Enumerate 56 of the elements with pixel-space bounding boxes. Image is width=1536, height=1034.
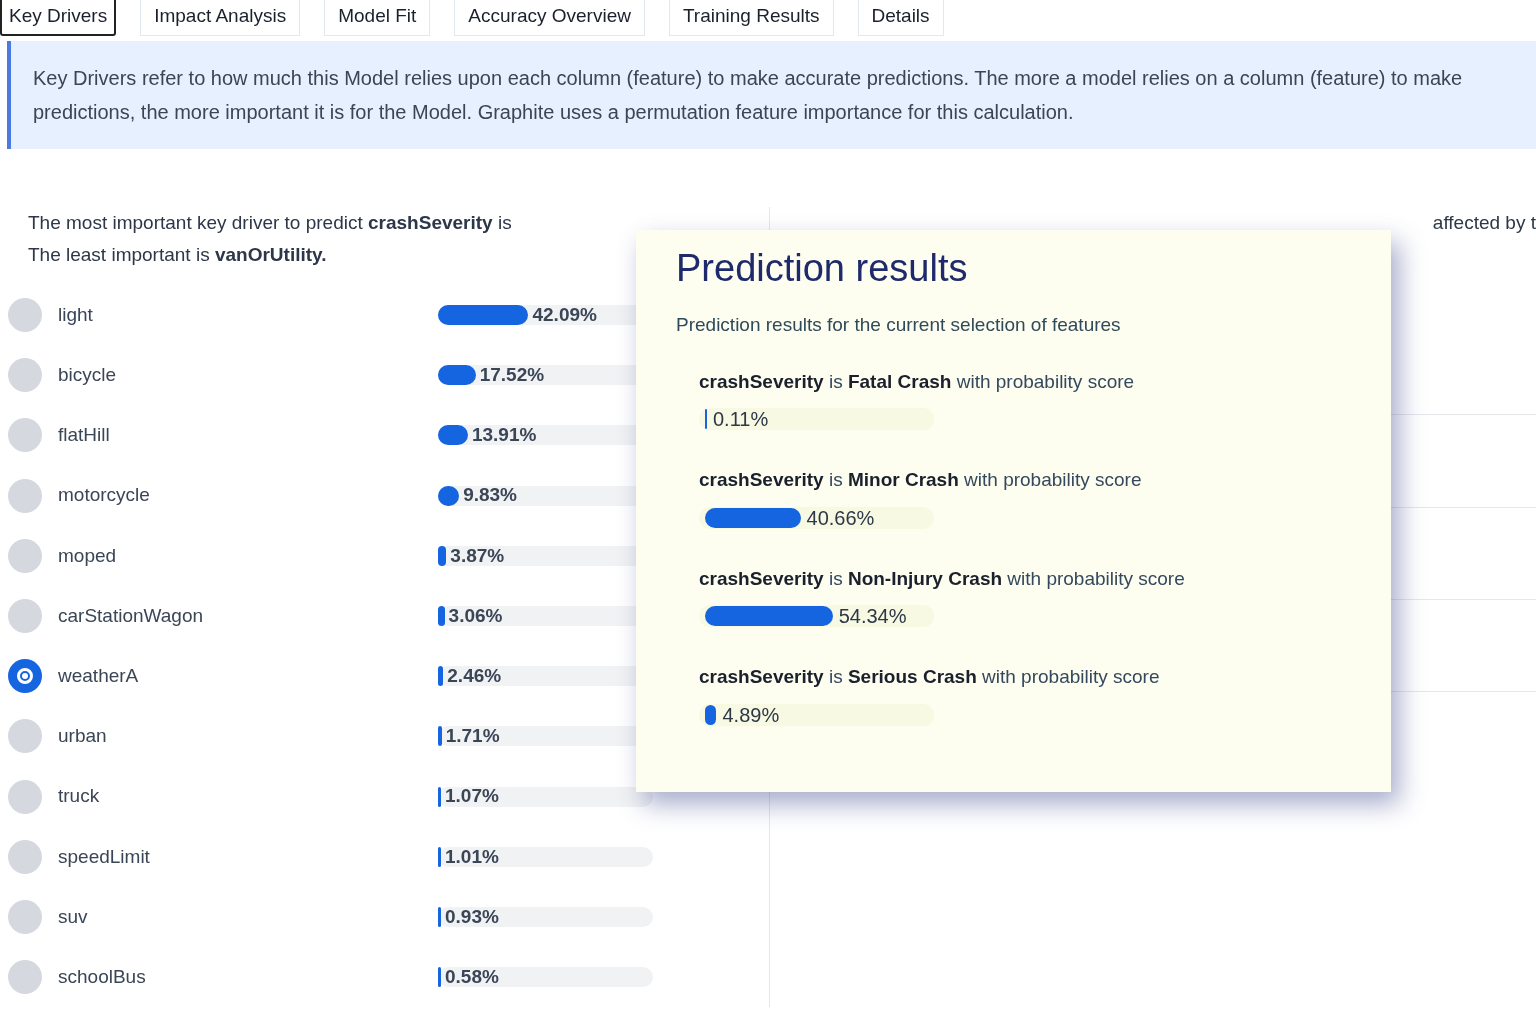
tab[interactable]: Model Fit (324, 0, 431, 36)
driver-label: urban (58, 724, 108, 749)
probability-value: 54.34% (838, 604, 907, 629)
importance-value: 17.52% (479, 363, 545, 388)
radio-button[interactable] (8, 779, 42, 814)
radio-button[interactable] (8, 538, 42, 573)
summary-text: The most important key driver to predict crashSeverity is (28, 211, 512, 235)
summary-text: The least important is vanOrUtility. (28, 243, 327, 267)
result-text: crashSeverity is Non-Injury Crash with probability score (699, 566, 1185, 591)
popup-title: Prediction results (676, 246, 968, 291)
driver-label: flatHill (58, 423, 111, 448)
driver-label: moped (58, 543, 118, 568)
importance-value: 2.46% (447, 663, 502, 688)
importance-value: 0.58% (445, 964, 499, 989)
importance-value: 3.87% (450, 543, 505, 568)
result-text: crashSeverity is Fatal Crash with probability score (699, 369, 1135, 394)
tab[interactable]: Impact Analysis (140, 0, 301, 36)
radio-button[interactable] (8, 358, 42, 393)
radio-button[interactable] (8, 899, 42, 934)
result-text: crashSeverity is Minor Crash with probability score (699, 468, 1142, 492)
importance-value: 1.07% (445, 784, 499, 809)
radio-button[interactable] (8, 960, 42, 995)
importance-value: 0.93% (445, 904, 499, 929)
driver-label: speedLimit (58, 844, 151, 869)
probability-value: 40.66% (806, 505, 875, 531)
radio-button[interactable] (8, 298, 42, 333)
probability-value: 0.11% (713, 407, 769, 432)
driver-label: truck (58, 784, 101, 809)
radio-button[interactable] (8, 478, 42, 513)
radio-button[interactable] (8, 418, 42, 453)
driver-label: weatherA (58, 663, 140, 688)
importance-value: 1.71% (445, 724, 500, 749)
driver-label: schoolBus (58, 964, 147, 989)
radio-button[interactable] (8, 599, 42, 634)
tab[interactable]: Details (857, 0, 944, 36)
importance-value: 1.01% (445, 844, 499, 869)
driver-label: motorcycle (58, 483, 151, 508)
summary-text: affected by t (1432, 211, 1536, 235)
driver-label: light (58, 302, 94, 327)
importance-value: 42.09% (532, 302, 597, 327)
radio-button[interactable] (8, 659, 42, 694)
result-text: crashSeverity is Serious Crash with probability score (699, 665, 1160, 689)
radio-button[interactable] (8, 719, 42, 754)
probability-value: 4.89% (722, 702, 780, 728)
tab[interactable]: Key Drivers (0, 0, 117, 36)
importance-value: 9.83% (463, 483, 517, 508)
importance-value: 3.06% (448, 603, 503, 628)
popup-subtitle: Prediction results for the current selection of features (676, 313, 1121, 337)
tab[interactable]: Training Results (668, 0, 834, 36)
info-text: Key Drivers refer to how much this Model relies upon each column (feature) to make accurate predictions. The more a model relies on a column (feature) to make predictions, the more important it is for the Model. Graphite uses a permutation feature importance for this calculation. (33, 66, 1464, 125)
importance-value: 13.91% (471, 423, 537, 448)
driver-label: bicycle (58, 363, 118, 388)
driver-label: suv (58, 904, 89, 929)
tab[interactable]: Accuracy Overview (454, 0, 645, 36)
radio-button[interactable] (8, 839, 42, 874)
driver-label: carStationWagon (58, 603, 205, 628)
